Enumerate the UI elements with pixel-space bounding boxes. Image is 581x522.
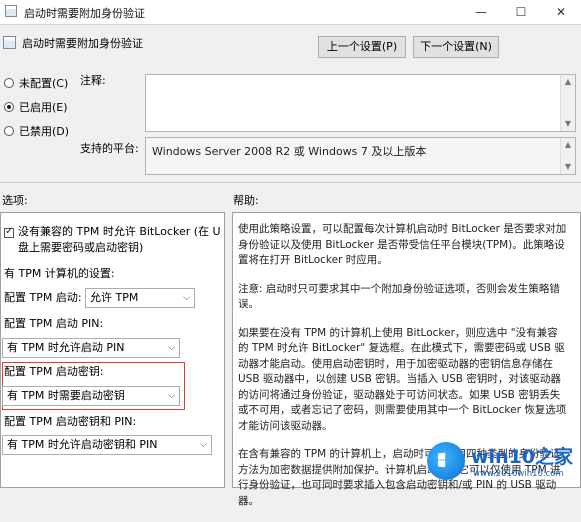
tpm-key-value: 有 TPM 时需要启动密钥 (7, 389, 125, 402)
platform-scrollbar[interactable]: ▲ ▼ (560, 138, 575, 174)
platform-box: Windows Server 2008 R2 或 Windows 7 及以上版本… (145, 137, 576, 175)
watermark-url: www.2016win10.com (473, 469, 564, 479)
allow-without-tpm-label: 没有兼容的 TPM 时允许 BitLocker (在 U 盘上需要密码或启动密钥… (18, 224, 223, 256)
minimize-button[interactable]: — (461, 0, 501, 24)
comment-textarea[interactable]: ▲ ▼ (145, 74, 576, 132)
chevron-down-icon[interactable]: ⌵ (168, 387, 175, 405)
tpm-settings-heading: 有 TPM 计算机的设置: (4, 267, 115, 280)
scroll-up-icon[interactable]: ▲ (561, 138, 575, 152)
configure-tpm-startup-label: 配置 TPM 启动: (4, 291, 82, 304)
radio-circle-selected[interactable] (4, 102, 14, 112)
help-label: 帮助: (233, 194, 259, 207)
scroll-down-icon[interactable]: ▼ (561, 160, 575, 174)
help-paragraph: 注意: 启动时只可要求其中一个附加身份验证选项，否则会发生策略错误。 (238, 282, 560, 311)
watermark-logo: win10之家 www.2016win10.com (427, 438, 577, 484)
allow-without-tpm-line2: 盘上需要密码或启动密钥) (18, 241, 144, 254)
title-bar: 启动时需要附加身份验证 — ☐ ✕ (0, 0, 581, 25)
divider (0, 182, 581, 183)
radio-circle[interactable] (4, 126, 14, 136)
radio-circle[interactable] (4, 78, 14, 88)
watermark-brand: win10之家 (471, 446, 574, 468)
configure-tpm-key-label: 配置 TPM 启动密钥: (4, 365, 104, 378)
tpm-startup-select[interactable]: 允许 TPM ⌵ (85, 288, 195, 308)
setting-title: 启动时需要附加身份验证 (22, 37, 143, 50)
chevron-down-icon[interactable]: ⌵ (183, 289, 190, 307)
radio-not-configured[interactable]: 未配置(C) (4, 75, 68, 91)
tpm-key-select[interactable]: 有 TPM 时需要启动密钥 ⌵ (2, 386, 180, 406)
windows-logo-icon (427, 442, 465, 480)
allow-without-tpm-checkbox[interactable] (4, 226, 14, 238)
help-paragraph: 使用此策略设置，可以配置每次计算机启动时 BitLocker 是否要求对加身份验… (238, 223, 567, 266)
maximize-button[interactable]: ☐ (501, 0, 541, 24)
platform-label: 支持的平台: (80, 142, 139, 155)
tpm-startup-value: 允许 TPM (90, 291, 139, 304)
allow-without-tpm-line1: 没有兼容的 TPM 时允许 BitLocker (在 U (18, 225, 221, 238)
comment-label: 注释: (80, 74, 106, 87)
tpm-key-pin-value: 有 TPM 时允许启动密钥和 PIN (7, 438, 158, 451)
options-label: 选项: (2, 194, 28, 207)
configure-tpm-pin-label: 配置 TPM 启动 PIN: (4, 317, 104, 330)
radio-enabled[interactable]: 已启用(E) (4, 99, 68, 115)
next-setting-button[interactable]: 下一个设置(N) (413, 36, 499, 58)
chevron-down-icon[interactable]: ⌵ (200, 436, 207, 454)
radio-label: 未配置(C) (19, 77, 69, 90)
configure-tpm-key-pin-label: 配置 TPM 启动密钥和 PIN: (4, 415, 137, 428)
policy-icon (5, 5, 17, 17)
radio-disabled[interactable]: 已禁用(D) (4, 123, 69, 139)
prev-setting-button[interactable]: 上一个设置(P) (318, 36, 406, 58)
radio-label: 已启用(E) (19, 101, 68, 114)
help-paragraph: 如果要在没有 TPM 的计算机上使用 BitLocker，则应选中 "没有兼容的… (238, 326, 567, 432)
scroll-down-icon[interactable]: ▼ (561, 117, 575, 131)
tpm-key-pin-select[interactable]: 有 TPM 时允许启动密钥和 PIN ⌵ (2, 435, 212, 455)
window-title: 启动时需要附加身份验证 (24, 7, 145, 20)
radio-label: 已禁用(D) (19, 125, 70, 138)
close-button[interactable]: ✕ (541, 0, 581, 24)
tpm-pin-select[interactable]: 有 TPM 时允许启动 PIN ⌵ (2, 338, 180, 358)
platform-value: Windows Server 2008 R2 或 Windows 7 及以上版本 (152, 145, 427, 158)
scroll-up-icon[interactable]: ▲ (561, 75, 575, 89)
setting-icon (3, 36, 16, 49)
chevron-down-icon[interactable]: ⌵ (168, 339, 175, 357)
comment-scrollbar[interactable]: ▲ ▼ (560, 75, 575, 131)
tpm-pin-value: 有 TPM 时允许启动 PIN (7, 341, 125, 354)
